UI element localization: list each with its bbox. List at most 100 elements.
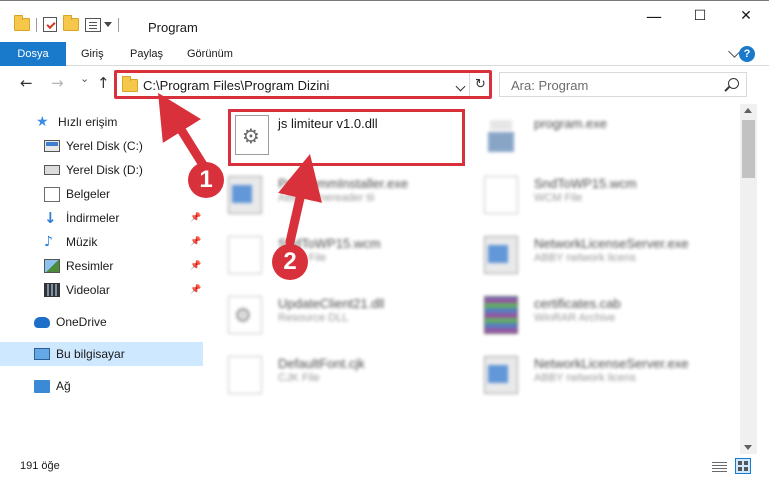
sidebar-item-onedrive[interactable]: OneDrive <box>0 310 203 334</box>
toolbar-separator <box>36 17 37 32</box>
network-icon <box>34 379 50 393</box>
pin-icon[interactable]: 📌 <box>190 285 201 295</box>
sidebar-item-downloads[interactable]: ↓ İndirmeler 📌 <box>0 206 203 230</box>
list-item[interactable]: DefaultFont.cjk CJK File <box>204 344 444 400</box>
back-button[interactable]: ← <box>20 74 33 92</box>
list-item[interactable]: SndToWP15.wcm WCM File <box>204 224 444 280</box>
file-name: NetworkLicenseServer.exe <box>534 236 689 251</box>
file-name: ProgrammInstaller.exe <box>278 176 409 191</box>
sidebar-item-local-disk-d[interactable]: Yerel Disk (D:) <box>0 158 203 182</box>
file-name: SndToWP15.wcm <box>534 176 637 191</box>
step-badge-1: 1 <box>188 162 224 198</box>
list-item[interactable]: UpdateClient21.dll Resource DLL <box>204 284 444 340</box>
window-title: Program <box>148 20 198 35</box>
customize-dropdown-icon[interactable] <box>104 22 112 27</box>
status-bar: 191 öğe <box>0 454 769 489</box>
videos-icon <box>44 283 60 297</box>
minimize-button[interactable]: — <box>631 1 677 31</box>
tab-home[interactable]: Giriş <box>81 42 104 66</box>
sidebar-item-label: Bu bilgisayar <box>56 347 125 361</box>
tiles-view-icon[interactable] <box>735 458 751 474</box>
sidebar-item-label: Resimler <box>66 259 114 273</box>
recent-locations-button[interactable]: ⌄ <box>80 72 89 85</box>
toolbar-separator <box>118 17 119 32</box>
sidebar-item-pictures[interactable]: Resimler 📌 <box>0 254 203 278</box>
quick-access-toolbar <box>14 15 119 32</box>
file-type: Resource DLL <box>278 312 349 324</box>
file-type: CJK File <box>278 372 320 384</box>
list-item[interactable]: program.exe <box>460 104 700 160</box>
pin-icon[interactable]: 📌 <box>190 261 201 271</box>
document-file-icon <box>228 236 262 274</box>
sidebar-item-label: Belgeler <box>66 187 111 201</box>
scroll-thumb[interactable] <box>742 120 755 178</box>
drive-icon <box>44 140 60 152</box>
file-name: certificates.cab <box>534 296 621 311</box>
new-folder-icon[interactable] <box>63 15 79 31</box>
vertical-scrollbar[interactable] <box>740 104 757 454</box>
sidebar-item-quick-access[interactable]: ★ Hızlı erişim <box>0 110 203 134</box>
tab-view[interactable]: Görünüm <box>187 42 233 66</box>
file-name: program.exe <box>534 116 607 131</box>
search-box[interactable]: Ara: Program <box>499 72 747 97</box>
pin-icon[interactable]: 📌 <box>190 213 201 223</box>
forward-button[interactable]: → <box>51 74 64 92</box>
sidebar-item-network[interactable]: Ağ <box>0 374 203 398</box>
scroll-down-icon[interactable] <box>744 445 752 450</box>
step-badge-2: 2 <box>272 244 308 280</box>
file-type: ABBY network licens <box>534 252 636 264</box>
properties-check-icon[interactable] <box>43 17 57 32</box>
search-input[interactable]: Ara: Program <box>511 78 588 93</box>
sidebar-item-label: Ağ <box>56 379 71 393</box>
music-icon: ♪ <box>44 234 53 250</box>
up-button[interactable]: ↑ <box>97 74 110 92</box>
sidebar-item-label: OneDrive <box>56 315 107 329</box>
file-name: NetworkLicenseServer.exe <box>534 356 689 371</box>
list-item[interactable]: NetworkLicenseServer.exe ABBY network li… <box>460 224 700 280</box>
tab-share[interactable]: Paylaş <box>130 42 163 66</box>
exe-file-icon <box>484 236 518 274</box>
help-icon[interactable]: ? <box>739 46 755 62</box>
document-file-icon <box>228 356 262 394</box>
sidebar-item-label: Yerel Disk (D:) <box>66 163 143 177</box>
sidebar-item-videos[interactable]: Videolar 📌 <box>0 278 203 302</box>
properties-icon[interactable] <box>85 17 101 32</box>
dll-file-icon <box>228 296 262 334</box>
list-item[interactable]: SndToWP15.wcm WCM File <box>460 164 700 220</box>
drive-icon <box>44 165 60 175</box>
sidebar-item-music[interactable]: ♪ Müzik 📌 <box>0 230 203 254</box>
file-type: ABBY network licens <box>534 372 636 384</box>
sidebar-item-this-pc[interactable]: Bu bilgisayar <box>0 342 203 366</box>
cloud-icon <box>34 316 50 328</box>
file-name: DefaultFont.cjk <box>278 356 365 371</box>
sidebar-item-label: İndirmeler <box>66 211 120 225</box>
installer-file-icon <box>228 176 262 214</box>
list-item[interactable]: ProgrammInstaller.exe ABBY Finereader ti… <box>204 164 444 220</box>
file-highlight-box <box>228 109 465 166</box>
list-item[interactable]: certificates.cab WinRAR Archive <box>460 284 700 340</box>
maximize-button[interactable]: ☐ <box>677 1 723 31</box>
exe-file-icon <box>484 356 518 394</box>
documents-icon <box>44 186 60 202</box>
search-icon[interactable] <box>728 78 739 89</box>
tab-file[interactable]: Dosya <box>0 42 66 66</box>
document-file-icon <box>484 176 518 214</box>
file-type: WinRAR Archive <box>534 312 616 324</box>
list-item[interactable]: NetworkLicenseServer.exe ABBY network li… <box>460 344 700 400</box>
sidebar-item-label: Hızlı erişim <box>58 115 118 129</box>
scroll-up-icon[interactable] <box>744 108 752 113</box>
star-icon: ★ <box>36 114 49 130</box>
file-type: WCM File <box>534 192 583 204</box>
sidebar-item-local-disk-c[interactable]: Yerel Disk (C:) <box>0 134 203 158</box>
pin-icon[interactable]: 📌 <box>190 237 201 247</box>
folder-icon <box>14 15 30 31</box>
item-count: 191 öğe <box>20 460 60 472</box>
close-button[interactable]: ✕ <box>723 1 769 31</box>
details-view-icon[interactable] <box>712 460 727 472</box>
sidebar-item-documents[interactable]: Belgeler <box>0 182 203 206</box>
ribbon-tabs: Dosya Giriş Paylaş Görünüm ? <box>0 42 769 66</box>
sidebar-item-label: Yerel Disk (C:) <box>66 139 143 153</box>
sidebar-item-label: Videolar <box>66 283 110 297</box>
computer-icon <box>34 348 50 360</box>
exe-file-icon <box>484 116 518 154</box>
